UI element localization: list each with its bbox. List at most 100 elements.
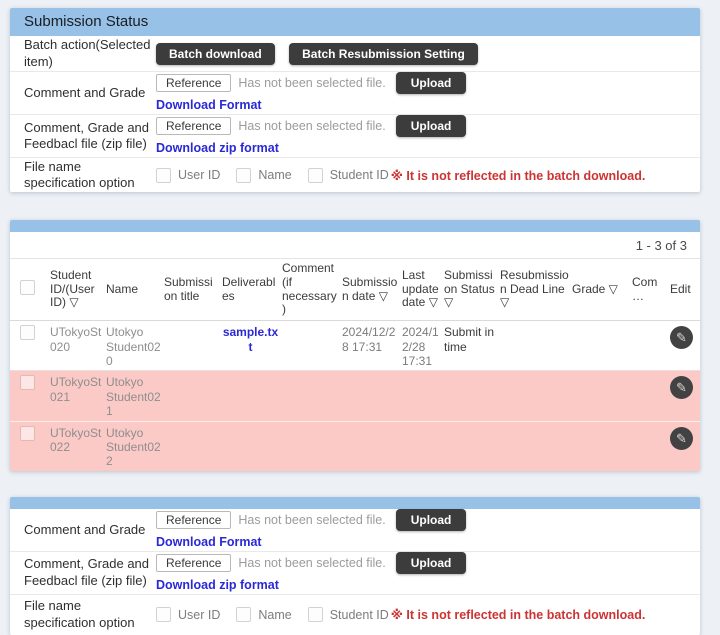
table-row: UTokyoSt020 Utokyo Student020 sample.txt… (10, 321, 700, 371)
table-row: UTokyoSt021 Utokyo Student021 ✎ (10, 371, 700, 421)
col-header-edit: Edit (668, 259, 700, 321)
pagination-status: 1 - 3 of 3 (10, 232, 700, 258)
student-id-checkbox-label: Student ID (330, 608, 389, 622)
cell-comment (280, 371, 340, 421)
user-id-checkbox[interactable] (156, 607, 171, 622)
download-zip-format-link[interactable]: Download zip format (156, 141, 279, 155)
file-status-text: Has not been selected file. (238, 119, 385, 133)
cell-submission-status (442, 421, 498, 471)
batch-download-note: ※ It is not reflected in the batch downl… (391, 168, 646, 183)
cell-student-id: UTokyoSt020 (48, 321, 104, 371)
filename-option-label: File name specification option (10, 159, 156, 192)
name-checkbox[interactable] (236, 607, 251, 622)
reference-button[interactable]: Reference (156, 554, 231, 572)
cell-submission-title (162, 421, 220, 471)
col-header-com: Com… (630, 259, 668, 321)
batch-download-note: ※ It is not reflected in the batch downl… (391, 607, 646, 622)
upload-button[interactable]: Upload (396, 509, 467, 531)
cell-deliverables (220, 371, 280, 421)
edit-button[interactable]: ✎ (670, 376, 693, 399)
cell-comment (280, 421, 340, 471)
submissions-table: Student ID/(User ID) ▽ Name Submission t… (10, 258, 700, 471)
cell-submission-date (340, 371, 400, 421)
col-header-submission-date[interactable]: Submission date ▽ (340, 259, 400, 321)
upload-button[interactable]: Upload (396, 115, 467, 137)
col-header-resubmission-deadline[interactable]: Resubmission Dead Line ▽ (498, 259, 570, 321)
batch-download-button[interactable]: Batch download (156, 43, 275, 65)
cell-com (630, 371, 668, 421)
reference-button[interactable]: Reference (156, 511, 231, 529)
page-title: Submission Status (10, 8, 700, 36)
cell-grade (570, 371, 630, 421)
col-header-submission-status[interactable]: Submission Status ▽ (442, 259, 498, 321)
upload-button[interactable]: Upload (396, 552, 467, 574)
cell-com (630, 421, 668, 471)
cell-submission-status: Submit in time (442, 321, 498, 371)
file-status-text: Has not been selected file. (238, 513, 385, 527)
cell-name: Utokyo Student020 (104, 321, 162, 371)
student-id-checkbox[interactable] (308, 168, 323, 183)
col-header-name: Name (104, 259, 162, 321)
pencil-icon: ✎ (676, 381, 687, 394)
reference-button[interactable]: Reference (156, 74, 231, 92)
deliverable-file-link[interactable]: sample.txt (223, 325, 278, 353)
panel-accent-bar (10, 220, 700, 232)
filename-option-row: File name specification option User ID N… (10, 595, 700, 635)
cell-submission-title (162, 321, 220, 371)
table-row: UTokyoSt022 Utokyo Student022 ✎ (10, 421, 700, 471)
cell-grade (570, 421, 630, 471)
batch-action-label: Batch action(Selected item) (10, 37, 156, 70)
name-checkbox[interactable] (236, 168, 251, 183)
edit-button[interactable]: ✎ (670, 427, 693, 450)
submissions-table-panel: 1 - 3 of 3 Student ID/(User ID) ▽ Name S… (10, 220, 700, 471)
submission-status-panel: Submission Status Batch action(Selected … (10, 8, 700, 192)
filename-option-row: File name specification option User ID N… (10, 158, 700, 192)
cell-deliverables (220, 421, 280, 471)
cell-submission-title (162, 371, 220, 421)
upload-button[interactable]: Upload (396, 72, 467, 94)
table-header-row: Student ID/(User ID) ▽ Name Submission t… (10, 259, 700, 321)
row-checkbox[interactable] (20, 325, 35, 340)
cell-com (630, 321, 668, 371)
col-header-last-update-date[interactable]: Last update date ▽ (400, 259, 442, 321)
comment-grade-label: Comment and Grade (10, 85, 156, 101)
name-checkbox-label: Name (258, 168, 291, 182)
user-id-checkbox-label: User ID (178, 168, 220, 182)
edit-button[interactable]: ✎ (670, 326, 693, 349)
select-all-checkbox[interactable] (20, 280, 35, 295)
cell-submission-status (442, 371, 498, 421)
col-header-grade[interactable]: Grade ▽ (570, 259, 630, 321)
cell-last-update-date: 2024/12/28 17:31 (400, 321, 442, 371)
comment-grade-zip-label: Comment, Grade and Feedbacl file (zip fi… (10, 556, 156, 589)
comment-grade-label: Comment and Grade (10, 522, 156, 538)
cell-name: Utokyo Student022 (104, 421, 162, 471)
pencil-icon: ✎ (676, 432, 687, 445)
batch-resubmission-setting-button[interactable]: Batch Resubmission Setting (289, 43, 478, 65)
cell-last-update-date (400, 371, 442, 421)
col-header-comment: Comment (if necessary) (280, 259, 340, 321)
cell-resubmission-deadline (498, 371, 570, 421)
col-header-deliverables: Deliverables (220, 259, 280, 321)
cell-last-update-date (400, 421, 442, 471)
cell-resubmission-deadline (498, 421, 570, 471)
file-status-text: Has not been selected file. (238, 76, 385, 90)
bottom-upload-panel: Comment and Grade Reference Has not been… (10, 497, 700, 635)
row-checkbox[interactable] (20, 375, 35, 390)
col-header-submission-title: Submission title (162, 259, 220, 321)
cell-student-id: UTokyoSt021 (48, 371, 104, 421)
user-id-checkbox[interactable] (156, 168, 171, 183)
user-id-checkbox-label: User ID (178, 608, 220, 622)
comment-grade-zip-label: Comment, Grade and Feedbacl file (zip fi… (10, 120, 156, 153)
row-checkbox[interactable] (20, 426, 35, 441)
filename-option-label: File name specification option (10, 598, 156, 631)
cell-grade (570, 321, 630, 371)
cell-name: Utokyo Student021 (104, 371, 162, 421)
reference-button[interactable]: Reference (156, 117, 231, 135)
download-zip-format-link[interactable]: Download zip format (156, 578, 279, 592)
cell-submission-date: 2024/12/28 17:31 (340, 321, 400, 371)
name-checkbox-label: Name (258, 608, 291, 622)
student-id-checkbox[interactable] (308, 607, 323, 622)
col-header-student-id[interactable]: Student ID/(User ID) ▽ (48, 259, 104, 321)
pencil-icon: ✎ (676, 331, 687, 344)
cell-comment (280, 321, 340, 371)
